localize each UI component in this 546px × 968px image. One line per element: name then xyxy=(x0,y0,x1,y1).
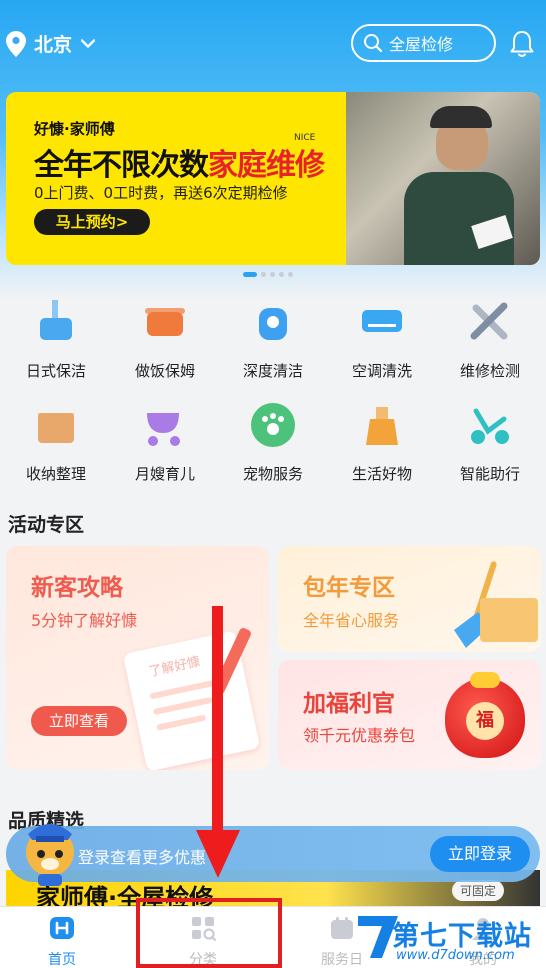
tab-home[interactable]: 首页 xyxy=(17,915,107,968)
service-label: 月嫂育儿 xyxy=(134,465,195,483)
service-label: 做饭保姆 xyxy=(134,362,195,380)
service-item[interactable]: 月嫂育儿 xyxy=(120,399,210,484)
service-item[interactable]: 日式保洁 xyxy=(11,296,101,381)
benefits-subtitle: 领千元优惠券包 xyxy=(303,726,416,745)
view-now-button[interactable]: 立即查看 xyxy=(31,706,127,736)
product-banner-tag: 可固定 xyxy=(452,880,505,901)
activity-section-title: 活动专区 xyxy=(8,514,85,536)
top-bar: 北京 全屋检修 xyxy=(0,22,546,66)
storage-box-icon xyxy=(38,413,74,443)
box-illustration xyxy=(480,598,538,642)
login-button[interactable]: 立即登录 xyxy=(430,836,530,872)
service-label: 深度清洁 xyxy=(242,362,303,380)
chevron-down-icon xyxy=(81,38,96,48)
mobility-scooter-icon xyxy=(471,408,509,444)
service-item[interactable]: 深度清洁 xyxy=(228,296,318,381)
carousel-dot[interactable] xyxy=(261,272,266,277)
benefits-title: 加福利官 xyxy=(303,691,395,717)
new-customer-title: 新客攻略 xyxy=(31,575,123,601)
yearly-subtitle: 全年省心服务 xyxy=(303,611,400,630)
book-now-button[interactable]: 马上预约> xyxy=(34,209,150,235)
air-conditioner-icon xyxy=(362,310,402,332)
fortune-seal: 福 xyxy=(466,702,504,740)
repair-tools-icon xyxy=(470,302,508,340)
login-prompt-bar: 登录查看更多优惠 立即登录 xyxy=(6,826,540,882)
service-item[interactable]: 智能助行 xyxy=(445,399,535,484)
service-label: 日式保洁 xyxy=(25,362,86,380)
service-item[interactable]: 做饭保姆 xyxy=(120,296,210,381)
new-customer-card[interactable]: 新客攻略 5分钟了解好慷 了解好慷 立即查看 xyxy=(6,546,269,770)
banner-title-highlight: 家庭维修 xyxy=(208,148,325,183)
search-placeholder: 全屋检修 xyxy=(389,35,454,54)
search-box[interactable]: 全屋检修 xyxy=(351,24,496,62)
pet-paw-icon xyxy=(251,403,295,447)
service-label: 生活好物 xyxy=(351,465,412,483)
annotation-highlight-box xyxy=(136,898,282,968)
search-icon xyxy=(364,34,383,53)
paper-line xyxy=(152,696,213,716)
paper-text: 了解好慷 xyxy=(147,654,202,681)
service-label: 宠物服务 xyxy=(242,465,303,483)
home-icon xyxy=(50,917,74,939)
service-item[interactable]: 收纳整理 xyxy=(11,399,101,484)
login-prompt-text: 登录查看更多优惠 xyxy=(78,848,207,867)
service-label: 智能助行 xyxy=(459,465,520,483)
city-name: 北京 xyxy=(34,34,73,56)
yearly-title: 包年专区 xyxy=(303,575,395,601)
banner-subtitle: 0上门费、0工时费，再送6次定期检修 xyxy=(34,184,288,202)
service-item[interactable]: 宠物服务 xyxy=(228,399,318,484)
paper-line xyxy=(156,714,207,731)
bell-icon[interactable] xyxy=(510,30,534,58)
carousel-dot[interactable] xyxy=(270,272,275,277)
carousel-dot[interactable] xyxy=(279,272,284,277)
service-label: 收纳整理 xyxy=(25,465,86,483)
service-label: 空调清洗 xyxy=(351,362,412,380)
service-item[interactable]: 生活好物 xyxy=(337,399,427,484)
banner-technician-cap xyxy=(430,106,492,128)
service-item[interactable]: 空调清洗 xyxy=(337,296,427,381)
mascot-icon xyxy=(26,824,74,886)
carousel-indicator xyxy=(243,272,297,277)
baby-stroller-icon xyxy=(147,413,180,446)
banner-brand: 好慷·家师傅 xyxy=(34,120,115,138)
service-label: 维修检测 xyxy=(459,362,520,380)
city-selector[interactable]: 北京 xyxy=(6,30,96,57)
deep-clean-icon xyxy=(259,308,287,340)
watermark-url: www.d7down.com xyxy=(396,948,515,963)
spray-bottle-icon xyxy=(366,407,398,445)
carousel-dot[interactable] xyxy=(288,272,293,277)
banner-title-main: 全年不限次数 xyxy=(34,148,209,183)
service-item[interactable]: 维修检测 xyxy=(445,296,535,381)
promo-banner[interactable]: 好慷·家师傅 NICE 全年不限次数家庭维修 0上门费、0工时费，再送6次定期检… xyxy=(6,92,540,265)
tab-home-label: 首页 xyxy=(48,952,76,968)
banner-title: 全年不限次数家庭维修 xyxy=(34,140,325,184)
carousel-dot[interactable] xyxy=(243,272,257,277)
location-pin-icon xyxy=(6,30,26,57)
cleaning-bucket-icon xyxy=(40,300,72,340)
site-watermark: 第七下载站 www.d7down.com xyxy=(350,908,546,968)
new-customer-subtitle: 5分钟了解好慷 xyxy=(31,611,138,630)
cooking-pot-icon xyxy=(145,308,185,336)
lucky-bag-knot xyxy=(470,672,500,688)
